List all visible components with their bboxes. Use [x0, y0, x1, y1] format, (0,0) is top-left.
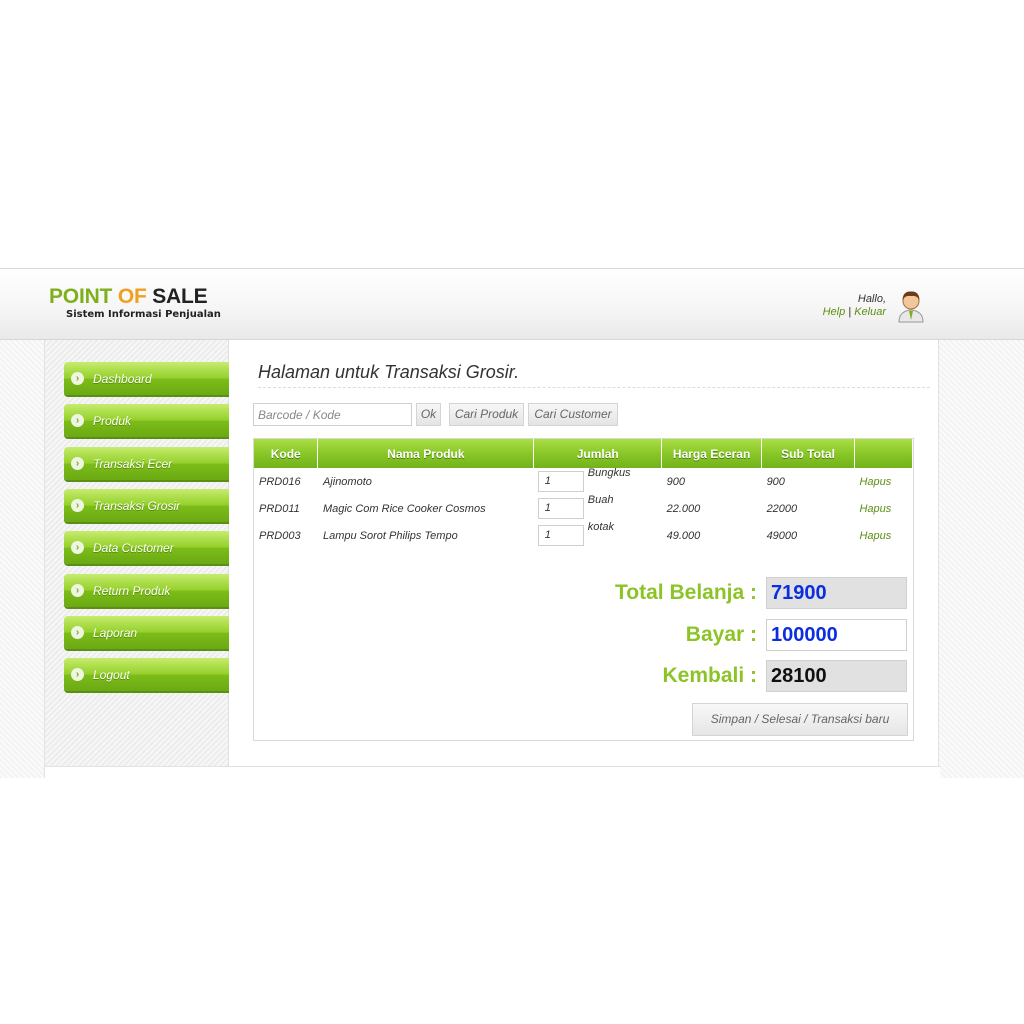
content-area: › Dashboard › Produk › Transaksi Ecer › … [44, 340, 940, 778]
sidebar-item-laporan[interactable]: › Laporan [64, 616, 229, 649]
greeting-text: Hallo, [857, 293, 886, 305]
sidebar-item-label: Transaksi Grosir [93, 499, 181, 513]
table-row: PRD016 Ajinomoto 1Bungkus 900 900 Hapus [254, 467, 913, 495]
ok-button[interactable]: Ok [416, 403, 441, 426]
delete-link[interactable]: Hapus [854, 495, 912, 522]
barcode-input[interactable] [253, 403, 412, 426]
link-separator: | [848, 306, 852, 318]
unit-label: Buah [587, 494, 614, 506]
cell-subtotal: 900 [766, 475, 785, 488]
chevron-right-icon: › [71, 541, 84, 554]
sidebar-item-label: Transaksi Ecer [93, 457, 173, 471]
chevron-right-icon: › [71, 626, 84, 639]
cell-kode: PRD003 [259, 529, 301, 542]
logout-link[interactable]: Keluar [854, 306, 886, 318]
delete-link[interactable]: Hapus [854, 522, 912, 549]
sidebar-item-dashboard[interactable]: › Dashboard [64, 362, 229, 395]
sidebar: › Dashboard › Produk › Transaksi Ecer › … [45, 340, 229, 766]
chevron-right-icon: › [71, 372, 84, 385]
unit-label: Bungkus [587, 467, 631, 479]
sidebar-item-label: Dashboard [93, 372, 152, 386]
cell-harga: 900 [666, 475, 685, 488]
logo-sale: SALE [152, 285, 208, 308]
sidebar-item-transaksi-ecer[interactable]: › Transaksi Ecer [64, 447, 229, 480]
quantity-input[interactable]: 1 [537, 525, 584, 546]
column-header [854, 439, 914, 468]
save-finish-button[interactable]: Simpan / Selesai / Transaksi baru [692, 703, 908, 736]
kembali-value: 28100 [766, 660, 907, 692]
find-product-button[interactable]: Cari Produk [449, 403, 524, 426]
logo: POINT OF SALE [49, 285, 208, 308]
sidebar-item-data-customer[interactable]: › Data Customer [64, 531, 229, 564]
app-subtitle: Sistem Informasi Penjualan [66, 309, 221, 320]
cell-jumlah: 1Bungkus [534, 467, 662, 495]
cell-harga: 22.000 [666, 502, 701, 515]
cell-kode: PRD016 [259, 475, 301, 488]
sidebar-item-logout[interactable]: › Logout [64, 658, 229, 691]
cell-subtotal: 49000 [766, 529, 798, 542]
header: POINT OF SALE Sistem Informasi Penjualan… [0, 268, 1024, 340]
column-header: Harga Eceran [661, 439, 763, 468]
logo-point: POINT [49, 285, 113, 308]
chevron-right-icon: › [71, 668, 84, 681]
sidebar-item-produk[interactable]: › Produk [64, 404, 229, 437]
sidebar-item-label: Laporan [93, 626, 138, 640]
sidebar-item-label: Data Customer [93, 541, 174, 555]
chevron-right-icon: › [71, 414, 84, 427]
quantity-input[interactable]: 1 [537, 498, 584, 519]
find-customer-button[interactable]: Cari Customer [528, 403, 618, 426]
column-header: Jumlah [533, 439, 663, 468]
sidebar-item-label: Logout [93, 668, 130, 682]
sidebar-item-transaksi-grosir[interactable]: › Transaksi Grosir [64, 489, 229, 522]
cart-table: Kode Nama Produk Jumlah Harga Eceran Sub… [254, 439, 914, 549]
quantity-input[interactable]: 1 [537, 471, 584, 492]
user-box: Hallo, Help | Keluar [823, 293, 886, 319]
bayar-label: Bayar : [685, 623, 757, 646]
delete-link[interactable]: Hapus [854, 468, 912, 495]
sidebar-item-label: Return Produk [93, 584, 171, 598]
unit-label: kotak [587, 521, 615, 533]
column-header: Kode [254, 439, 319, 468]
total-label: Total Belanja : [615, 581, 757, 604]
footer [45, 766, 940, 778]
table-row: PRD003 Lampu Sorot Philips Tempo 1kotak … [254, 521, 913, 549]
cell-harga: 49.000 [666, 529, 701, 542]
total-value: 71900 [766, 577, 907, 609]
cell-nama: Lampu Sorot Philips Tempo [322, 529, 458, 542]
table-row: PRD011 Magic Com Rice Cooker Cosmos 1Bua… [254, 494, 913, 522]
cell-nama: Ajinomoto [322, 475, 372, 488]
sidebar-item-label: Produk [93, 414, 132, 428]
page-title: Halaman untuk Transaksi Grosir. [258, 362, 930, 388]
chevron-right-icon: › [71, 457, 84, 470]
kembali-label: Kembali : [662, 664, 757, 687]
cell-subtotal: 22000 [766, 502, 798, 515]
column-header: Sub Total [761, 439, 855, 468]
cell-kode: PRD011 [259, 502, 300, 515]
cell-jumlah: 1kotak [534, 521, 662, 549]
table-header-row: Kode Nama Produk Jumlah Harga Eceran Sub… [254, 439, 914, 468]
cell-jumlah: 1Buah [534, 494, 662, 522]
cell-nama: Magic Com Rice Cooker Cosmos [322, 502, 486, 515]
logo-of: OF [117, 285, 147, 308]
column-header: Nama Produk [317, 439, 535, 468]
app-frame: POINT OF SALE Sistem Informasi Penjualan… [0, 268, 1024, 778]
chevron-right-icon: › [71, 499, 84, 512]
main-panel: Halaman untuk Transaksi Grosir. Ok Cari … [230, 340, 940, 766]
chevron-right-icon: › [71, 584, 84, 597]
help-link[interactable]: Help [823, 306, 846, 318]
bayar-input[interactable]: 100000 [766, 619, 907, 651]
transaction-panel: Kode Nama Produk Jumlah Harga Eceran Sub… [253, 438, 914, 741]
user-avatar-icon [898, 291, 924, 323]
sidebar-item-return-produk[interactable]: › Return Produk [64, 574, 229, 607]
